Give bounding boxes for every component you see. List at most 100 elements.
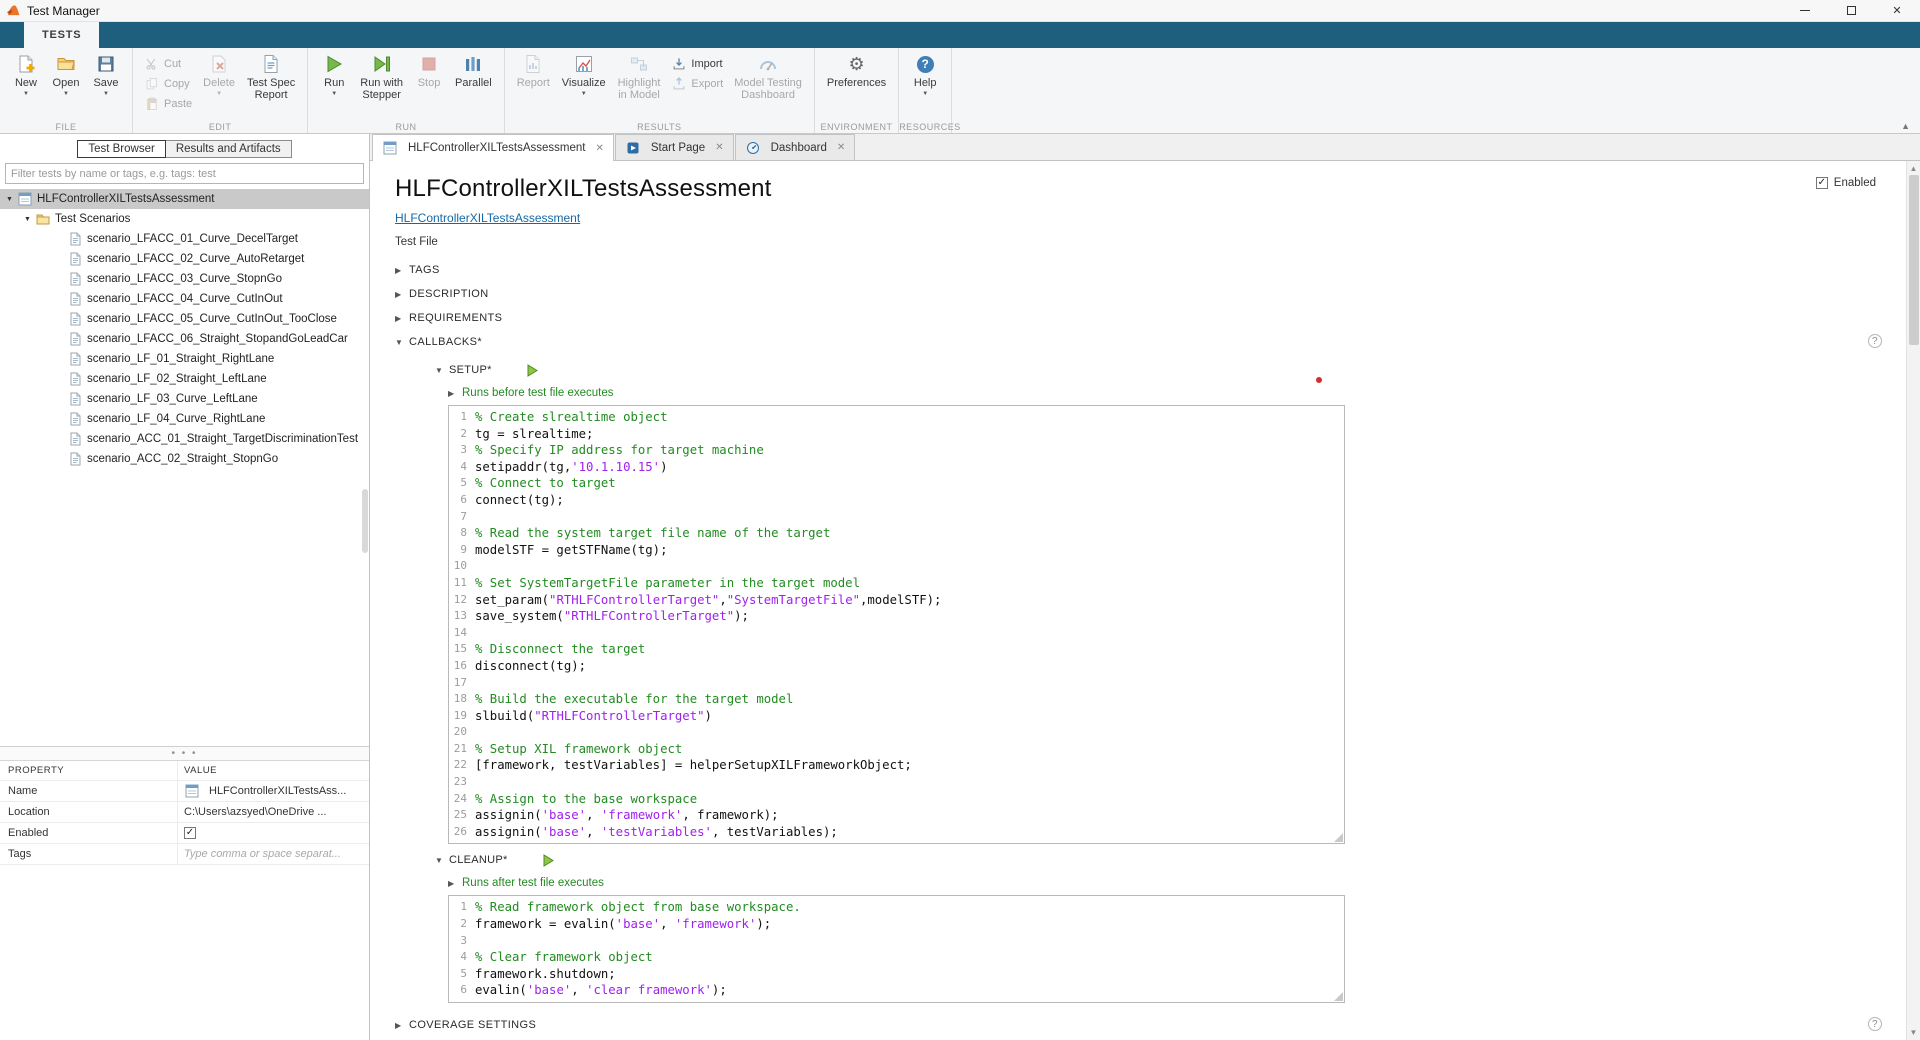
line-number: 15 <box>449 641 475 658</box>
property-value[interactable]: HLFControllerXILTestsAss... <box>178 781 369 801</box>
filter-tests-input[interactable] <box>5 163 364 184</box>
scrollbar-thumb[interactable] <box>1909 175 1919 345</box>
minimize-button[interactable] <box>1782 0 1828 21</box>
property-value[interactable]: Type comma or space separat... <box>178 844 369 864</box>
button-label: New <box>15 77 37 89</box>
section-setup[interactable]: ▼ SETUP* <box>435 359 1890 381</box>
tree-item[interactable]: scenario_LFACC_02_Curve_AutoRetarget <box>0 249 369 269</box>
preferences-button[interactable]: ⚙Preferences <box>823 51 890 120</box>
test-file-link[interactable]: HLFControllerXILTestsAssessment <box>395 211 580 225</box>
line-number: 2 <box>449 916 475 933</box>
run-button[interactable]: Run▼ <box>316 51 352 120</box>
section-description[interactable]: ▶ DESCRIPTION <box>395 282 1890 306</box>
close-tab-icon[interactable]: ✕ <box>595 143 603 154</box>
new-button[interactable]: New▼ <box>8 51 44 120</box>
export-icon <box>671 76 686 91</box>
line-number: 5 <box>449 966 475 983</box>
code-token: , <box>586 808 601 822</box>
tree-scrollbar[interactable] <box>362 489 368 553</box>
chevron-right-icon: ▶ <box>395 314 409 323</box>
tree-item[interactable]: scenario_LF_03_Curve_LeftLane <box>0 389 369 409</box>
ribbon-stack: ImportExport <box>668 51 726 120</box>
help-icon[interactable]: ? <box>1868 1017 1882 1031</box>
run-setup-button[interactable] <box>526 364 539 377</box>
tree-item[interactable]: scenario_LF_01_Straight_RightLane <box>0 349 369 369</box>
scroll-down-icon[interactable]: ▼ <box>1910 1028 1918 1037</box>
property-value[interactable]: C:\Users\azsyed\OneDrive ... <box>178 802 369 822</box>
tree-item[interactable]: scenario_ACC_02_Straight_StopnGo <box>0 449 369 469</box>
panel-splitter[interactable]: • • • <box>0 746 369 760</box>
code-text: framework = evalin('base', 'framework'); <box>475 916 771 933</box>
cut-button: Cut <box>141 55 195 72</box>
visualize-button[interactable]: Visualize▼ <box>558 51 610 120</box>
tree-item-label: scenario_LFACC_03_Curve_StopnGo <box>87 273 282 285</box>
tree-item[interactable]: scenario_LF_04_Curve_RightLane <box>0 409 369 429</box>
cleanup-code-editor[interactable]: 1% Read framework object from base works… <box>448 895 1345 1003</box>
ribbon-section-edit: CutCopyPasteDelete▼Test Spec ReportEDIT <box>133 48 308 133</box>
close-button[interactable]: ✕ <box>1874 0 1920 21</box>
dropdown-arrow-icon: ▼ <box>331 91 337 98</box>
resize-grip-icon[interactable] <box>1334 833 1343 842</box>
code-token: , <box>571 983 586 997</box>
property-value[interactable]: ✓ <box>178 823 369 843</box>
code-comment: % Set SystemTargetFile parameter in the … <box>475 576 860 590</box>
restore-button[interactable] <box>1828 0 1874 21</box>
section-requirements[interactable]: ▶ REQUIREMENTS <box>395 306 1890 330</box>
import-button[interactable]: Import <box>668 55 726 72</box>
open-button[interactable]: Open▼ <box>48 51 84 120</box>
model-dashboard-icon <box>758 53 778 75</box>
expander-icon[interactable]: ▼ <box>6 196 17 203</box>
tree-item[interactable]: scenario_LFACC_04_Curve_CutInOut <box>0 289 369 309</box>
test-spec-report-button[interactable]: Test Spec Report <box>243 51 299 120</box>
checkbox-check-icon[interactable]: ✓ <box>184 827 196 839</box>
code-token: modelSTF = getSTFName(tg); <box>475 543 668 557</box>
code-text: disconnect(tg); <box>475 658 586 675</box>
tree-item[interactable]: scenario_LFACC_05_Curve_CutInOut_TooClos… <box>0 309 369 329</box>
panel-tab-test-browser[interactable]: Test Browser <box>77 140 165 158</box>
save-button[interactable]: Save▼ <box>88 51 124 120</box>
run-cleanup-button[interactable] <box>542 854 555 867</box>
run-with-stepper-button[interactable]: Run with Stepper <box>356 51 407 120</box>
test-tree: ▼HLFControllerXILTestsAssessment▼Test Sc… <box>0 187 369 746</box>
line-number: 25 <box>449 807 475 824</box>
tab-tests[interactable]: TESTS <box>24 22 99 48</box>
help-button[interactable]: ?Help▼ <box>907 51 943 120</box>
setup-label: SETUP* <box>449 364 492 376</box>
tree-item[interactable]: scenario_LFACC_01_Curve_DecelTarget <box>0 229 369 249</box>
doc-tab-start-page[interactable]: Start Page✕ <box>615 134 734 160</box>
section-tags[interactable]: ▶ TAGS <box>395 258 1890 282</box>
tree-folder[interactable]: ▼Test Scenarios <box>0 209 369 229</box>
cleanup-hint-label: Runs after test file executes <box>462 877 604 889</box>
main-scrollbar[interactable]: ▲ ▼ <box>1906 161 1920 1040</box>
doc-tab-dashboard[interactable]: Dashboard✕ <box>735 134 856 160</box>
code-text: assignin('base', 'testVariables', testVa… <box>475 824 838 841</box>
close-tab-icon[interactable]: ✕ <box>715 142 723 153</box>
setup-hint-row[interactable]: ▶ Runs before test file executes <box>448 383 1890 403</box>
tree-item[interactable]: scenario_LFACC_03_Curve_StopnGo <box>0 269 369 289</box>
tree-item[interactable]: scenario_LF_02_Straight_LeftLane <box>0 369 369 389</box>
panel-tab-results-and-artifacts[interactable]: Results and Artifacts <box>165 140 292 158</box>
resize-grip-icon[interactable] <box>1334 992 1343 1001</box>
tree-item[interactable]: scenario_ACC_01_Straight_TargetDiscrimin… <box>0 429 369 449</box>
parallel-button[interactable]: Parallel <box>451 51 496 120</box>
line-number: 13 <box>449 608 475 625</box>
close-tab-icon[interactable]: ✕ <box>837 142 845 153</box>
help-icon[interactable]: ? <box>1868 334 1882 348</box>
code-string: 'framework' <box>675 917 756 931</box>
tree-item[interactable]: scenario_LFACC_06_Straight_StopandGoLead… <box>0 329 369 349</box>
model-testing-dashboard-button: Model Testing Dashboard <box>730 51 806 120</box>
ribbon-tabstrip: TESTS <box>0 22 1920 48</box>
enabled-checkbox[interactable]: ✓ Enabled <box>1816 177 1876 189</box>
section-coverage-settings[interactable]: ▶ COVERAGE SETTINGS ? <box>395 1013 1890 1037</box>
scroll-up-icon[interactable]: ▲ <box>1910 164 1918 173</box>
cleanup-hint-row[interactable]: ▶ Runs after test file executes <box>448 873 1890 893</box>
collapse-ribbon-icon[interactable]: ▲ <box>1901 121 1910 131</box>
expander-icon[interactable]: ▼ <box>24 216 35 223</box>
section-label: CALLBACKS* <box>409 336 482 348</box>
setup-code-editor[interactable]: 1% Create slrealtime object2tg = slrealt… <box>448 405 1345 844</box>
doc-tab-hlfcontrollerxiltestsassessment[interactable]: HLFControllerXILTestsAssessment✕ <box>372 134 614 161</box>
code-token: connect(tg); <box>475 493 564 507</box>
section-callbacks[interactable]: ▼ CALLBACKS* ? <box>395 330 1890 354</box>
section-cleanup[interactable]: ▼ CLEANUP* <box>435 849 1890 871</box>
tree-root[interactable]: ▼HLFControllerXILTestsAssessment <box>0 189 369 209</box>
